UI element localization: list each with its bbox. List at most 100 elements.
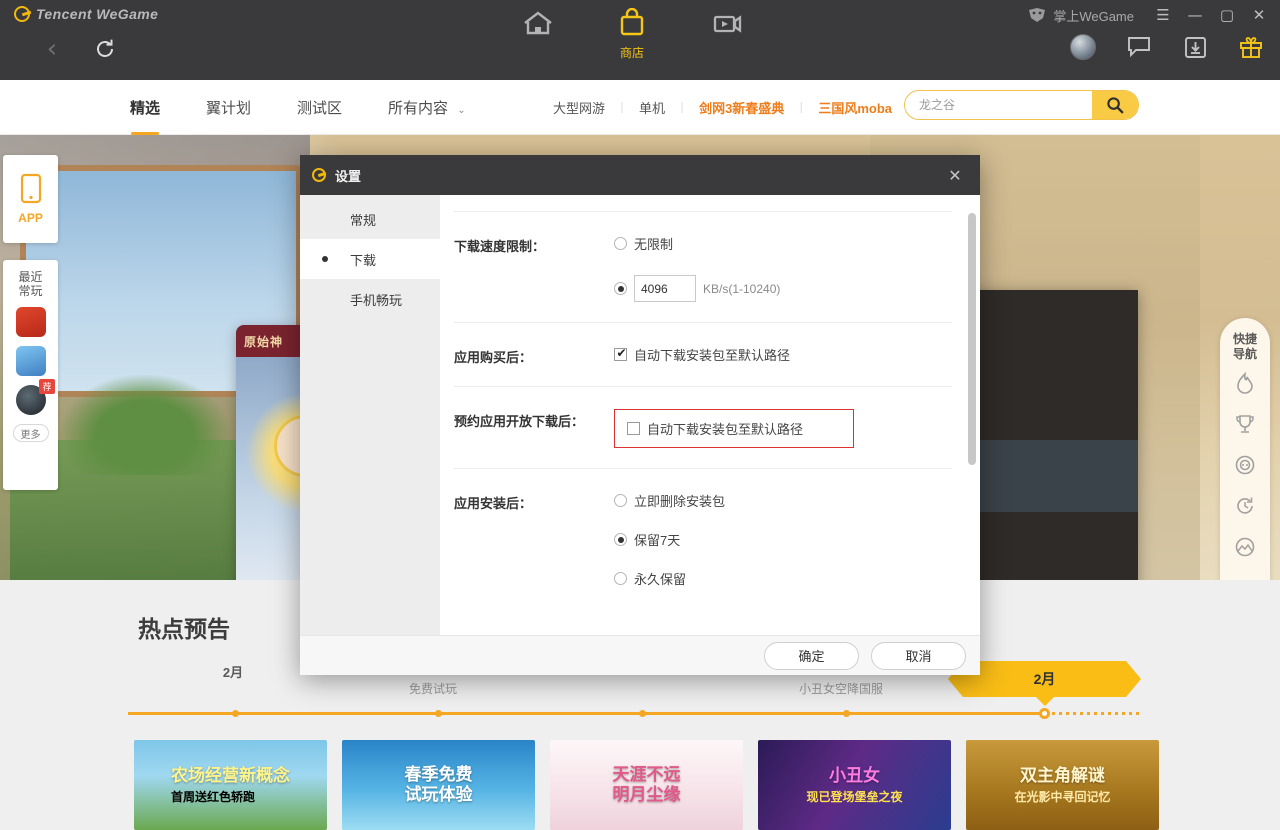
mobile-wegame-label: 掌上WeGame (1053, 6, 1134, 25)
link-single-player[interactable]: 单机 (628, 98, 676, 117)
menu-button[interactable]: ☰ (1152, 4, 1174, 26)
promo-card[interactable]: 天涯不远 明月尘缘 (550, 740, 743, 830)
cancel-button[interactable]: 取消 (871, 642, 966, 670)
game-icon-dnf[interactable] (16, 307, 46, 337)
more-games-label: 更多 (21, 426, 41, 441)
nav-video-button[interactable] (684, 8, 770, 44)
checkbox-auto-download-after-preorder[interactable]: 自动下载安装包至默认路径 (614, 409, 854, 448)
timeline-track (128, 712, 1043, 715)
sidebar-item-mobile-play[interactable]: 手机畅玩 (300, 279, 440, 319)
radio-delete-package-immediately[interactable]: 立即删除安装包 (614, 491, 952, 510)
timeline-mark-sub: 小丑女空降国服 (771, 680, 911, 697)
checkbox-auto-download-after-purchase[interactable]: 自动下载安装包至默认路径 (614, 345, 952, 364)
timeline-dot[interactable] (639, 710, 646, 717)
quick-nav-trophy-button[interactable] (1222, 403, 1268, 444)
nav-home-button[interactable] (495, 8, 581, 44)
promo-card[interactable]: 春季免费 试玩体验 (342, 740, 535, 830)
setting-row-after-purchase: 应用购买后： 自动下载安装包至默认路径 (440, 323, 966, 386)
more-games-button[interactable]: 更多 (13, 424, 49, 442)
timeline-dot[interactable] (435, 710, 442, 717)
mountain-photo-icon (1234, 536, 1256, 558)
tab-test-zone[interactable]: 测试区 (297, 97, 342, 118)
game-icon-lol[interactable]: 荐 (16, 385, 46, 415)
close-button[interactable]: ✕ (1248, 4, 1270, 26)
mobile-wegame-entry[interactable]: 掌上WeGame (1027, 6, 1134, 25)
timeline-dot[interactable] (232, 710, 239, 717)
quick-nav-title: 快捷 导航 (1233, 332, 1257, 362)
home-icon (521, 8, 555, 38)
confirm-button[interactable]: 确定 (764, 642, 859, 670)
confirm-button-label: 确定 (798, 646, 824, 665)
promo-card[interactable]: 小丑女 现已登场堡垒之夜 (758, 740, 951, 830)
promo-card-sub: 试玩体验 (405, 785, 473, 805)
search-input[interactable] (905, 91, 1092, 119)
quick-nav-history-button[interactable] (1222, 485, 1268, 526)
shop-bag-icon (615, 8, 649, 38)
gift-icon (1239, 36, 1263, 59)
search-button[interactable] (1092, 90, 1138, 120)
link-mmo[interactable]: 大型网游 (542, 98, 616, 117)
promo-card-title: 小丑女 (806, 766, 902, 786)
mobile-wegame-icon (1027, 7, 1047, 23)
sidebar-item-general[interactable]: 常规 (300, 199, 440, 239)
tab-all-content[interactable]: 所有内容 ⌄ (388, 97, 466, 118)
setting-row-after-install: 应用安装后： 立即删除安装包 保留7天 (440, 469, 966, 608)
section-title: 热点预告 (138, 610, 230, 644)
radio-keep-7-days[interactable]: 保留7天 (614, 530, 952, 549)
quick-nav-flame-button[interactable] (1222, 362, 1268, 403)
game-icon-sword[interactable] (16, 346, 46, 376)
clock-refresh-icon (1234, 495, 1256, 517)
radio-limited-speed[interactable]: KB/s(1-10240) (614, 275, 952, 302)
settings-dialog-titlebar: 设置 ✕ (300, 155, 980, 195)
radio-unlimited-speed-label: 无限制 (634, 234, 673, 253)
radio-keep-forever[interactable]: 永久保留 (614, 569, 952, 588)
mobile-phone-icon (19, 173, 43, 207)
link-jx3-festival[interactable]: 剑网3新春盛典 (688, 98, 795, 117)
quick-nav-gallery-button[interactable] (1222, 526, 1268, 567)
timeline-current-badge[interactable]: 2月 (963, 661, 1126, 697)
tab-wing-plan[interactable]: 翼计划 (206, 97, 251, 118)
search-box[interactable] (904, 90, 1139, 120)
nav-shop-button[interactable]: 商店 (589, 8, 675, 61)
timeline-mark[interactable]: 2月 (198, 662, 268, 684)
promo-card-title: 双主角解谜 (1014, 766, 1110, 786)
cancel-button-label: 取消 (905, 646, 931, 665)
settings-dialog-close-button[interactable]: ✕ (942, 162, 968, 188)
sidebar-item-download-label: 下载 (350, 250, 376, 269)
search-icon (1106, 96, 1124, 114)
timeline-dot[interactable] (843, 710, 850, 717)
settings-scrollbar-thumb[interactable] (968, 213, 976, 465)
timeline-current-badge-label: 2月 (1034, 669, 1056, 689)
sidebar-item-mobile-play-label: 手机畅玩 (350, 290, 402, 309)
sidebar-item-app-label: APP (18, 211, 43, 225)
setting-label-after-preorder: 预约应用开放下载后： (454, 409, 614, 448)
settings-dialog: 设置 ✕ 常规 下载 手机畅玩 (300, 155, 980, 675)
radio-icon (614, 494, 627, 507)
link-sanguo-moba[interactable]: 三国风moba (807, 98, 903, 117)
speed-limit-input[interactable] (634, 275, 696, 302)
gift-button[interactable] (1236, 32, 1266, 62)
chat-button[interactable] (1124, 32, 1154, 62)
sidebar-item-general-label: 常规 (350, 210, 376, 229)
quick-nav-target-button[interactable] (1222, 444, 1268, 485)
promo-card-list: 农场经营新概念 首周送红色轿跑 春季免费 试玩体验 天涯不远 明月尘缘 小丑女 … (134, 740, 1159, 830)
sidebar-item-app[interactable]: APP (3, 155, 58, 243)
minimize-button[interactable]: — (1184, 4, 1206, 26)
tab-featured[interactable]: 精选 (130, 97, 160, 118)
timeline (128, 712, 1140, 715)
download-button[interactable] (1180, 32, 1210, 62)
link-separator: 丨 (795, 99, 807, 116)
nav-tabs: 精选 翼计划 测试区 所有内容 ⌄ (130, 80, 466, 135)
app-window: Tencent WeGame ‹ (0, 0, 1280, 830)
maximize-button[interactable]: ▢ (1216, 4, 1238, 26)
radio-keep-7-days-label: 保留7天 (634, 530, 680, 549)
promo-card[interactable]: 农场经营新概念 首周送红色轿跑 (134, 740, 327, 830)
nav-shop-label: 商店 (589, 44, 675, 61)
radio-unlimited-speed[interactable]: 无限制 (614, 234, 952, 253)
avatar[interactable] (1068, 32, 1098, 62)
download-icon (1184, 36, 1207, 59)
timeline-current-dot[interactable] (1039, 708, 1050, 719)
settings-scroll-area: 下载速度限制： 无限制 KB/s(1-10240) (440, 195, 980, 635)
sidebar-item-download[interactable]: 下载 (300, 239, 440, 279)
promo-card[interactable]: 双主角解谜 在光影中寻回记忆 (966, 740, 1159, 830)
